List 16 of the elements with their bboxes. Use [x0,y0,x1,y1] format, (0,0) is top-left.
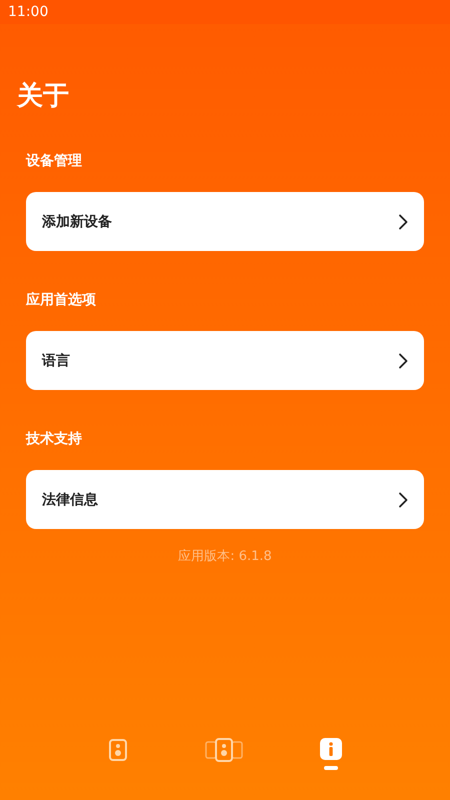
status-time: 11:00 [8,4,48,20]
chevron-icon [398,214,408,230]
chevron-icon [398,492,408,508]
speaker-icon [108,738,128,762]
settings-row[interactable]: 添加新设备 [26,192,424,251]
speakers-icon [204,738,244,762]
section-label: 技术支持 [26,430,83,449]
active-indicator [324,766,338,770]
info-icon [320,738,342,760]
page-title: 关于 [17,80,70,113]
version-text: 应用版本: 6.1.8 [178,548,272,565]
settings-row[interactable]: 法律信息 [26,470,424,529]
chevron-icon [398,352,408,368]
settings-row[interactable]: 语言 [26,331,424,390]
section-label: 应用首选项 [26,290,97,310]
section-label: 设备管理 [26,152,83,171]
